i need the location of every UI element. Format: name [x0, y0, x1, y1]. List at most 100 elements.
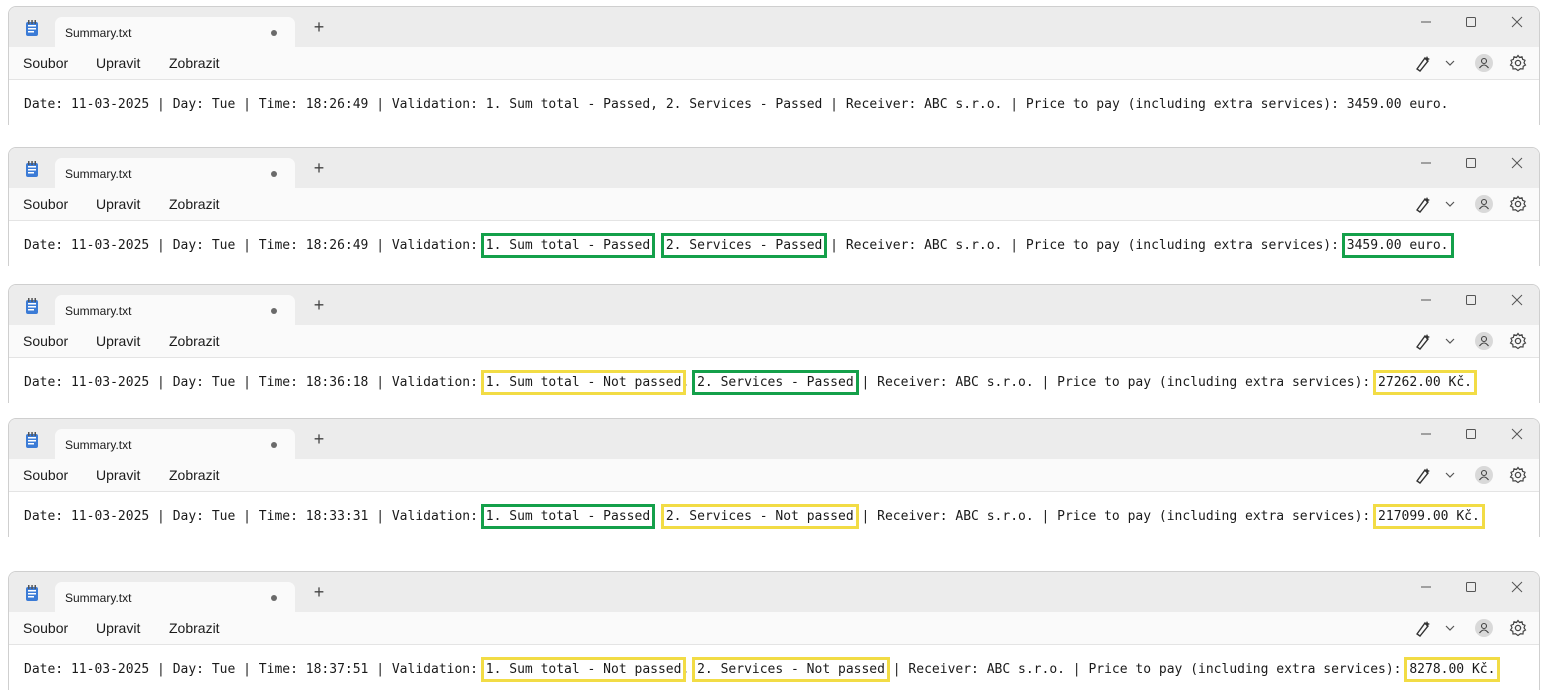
copilot-rewrite-button[interactable] [1414, 332, 1458, 350]
menu-view[interactable]: Zobrazit [169, 467, 220, 483]
minimize-button[interactable] [1419, 580, 1433, 594]
menu-file[interactable]: Soubor [23, 196, 68, 212]
maximize-button[interactable] [1464, 293, 1478, 307]
notepad-app-icon [23, 160, 41, 178]
notepad-window-4: Summary.txt + Soubor Upravit Zobrazit Da… [8, 418, 1540, 537]
separator: , [650, 509, 666, 524]
copilot-rewrite-button[interactable] [1414, 466, 1458, 484]
tab-summary[interactable]: Summary.txt [55, 295, 295, 325]
validation-services: 2. Services - Passed [665, 97, 823, 112]
text-editor[interactable]: Date: 11-03-2025 | Day: Tue | Time: 18:3… [9, 491, 1539, 537]
menu-bar: Soubor Upravit Zobrazit [9, 47, 1539, 79]
menu-bar: Soubor Upravit Zobrazit [9, 459, 1539, 491]
menu-file[interactable]: Soubor [23, 467, 68, 483]
maximize-button[interactable] [1464, 580, 1478, 594]
maximize-button[interactable] [1464, 156, 1478, 170]
validation-sum-total: 1. Sum total - Passed [485, 97, 651, 112]
close-button[interactable] [1510, 156, 1524, 170]
unsaved-dot-icon[interactable] [271, 171, 277, 177]
unsaved-dot-icon[interactable] [271, 30, 277, 36]
title-bar: Summary.txt + [9, 572, 1539, 612]
line-prefix: Date: 11-03-2025 | Day: Tue | Time: 18:3… [24, 509, 486, 524]
title-bar: Summary.txt + [9, 148, 1539, 188]
menu-view[interactable]: Zobrazit [169, 620, 220, 636]
new-tab-button[interactable]: + [311, 583, 327, 601]
tab-summary[interactable]: Summary.txt [55, 17, 295, 47]
unsaved-dot-icon[interactable] [271, 442, 277, 448]
menu-bar: Soubor Upravit Zobrazit [9, 612, 1539, 644]
title-bar: Summary.txt + [9, 7, 1539, 47]
account-icon[interactable] [1475, 619, 1493, 637]
new-tab-button[interactable]: + [311, 18, 327, 36]
notepad-window-2: Summary.txt + Soubor Upravit Zobrazit Da… [8, 147, 1540, 266]
menu-edit[interactable]: Upravit [96, 55, 140, 71]
maximize-button[interactable] [1464, 427, 1478, 441]
menu-bar: Soubor Upravit Zobrazit [9, 188, 1539, 220]
validation-services: 2. Services - Passed [692, 370, 859, 395]
tab-summary[interactable]: Summary.txt [55, 158, 295, 188]
menu-edit[interactable]: Upravit [96, 620, 140, 636]
close-button[interactable] [1510, 580, 1524, 594]
settings-gear-icon[interactable] [1509, 332, 1527, 350]
notepad-app-icon [23, 297, 41, 315]
text-editor[interactable]: Date: 11-03-2025 | Day: Tue | Time: 18:2… [9, 220, 1539, 266]
price-to-pay: 3459.00 euro. [1341, 233, 1454, 258]
copilot-rewrite-button[interactable] [1414, 195, 1458, 213]
tab-summary[interactable]: Summary.txt [55, 429, 295, 459]
minimize-button[interactable] [1419, 427, 1433, 441]
price-to-pay: 3459.00 euro. [1346, 97, 1449, 112]
separator: , [681, 375, 698, 390]
menu-view[interactable]: Zobrazit [169, 55, 220, 71]
price-to-pay: 8278.00 Kč. [1404, 657, 1501, 682]
menu-view[interactable]: Zobrazit [169, 196, 220, 212]
settings-gear-icon[interactable] [1509, 54, 1527, 72]
line-prefix: Date: 11-03-2025 | Day: Tue | Time: 18:2… [24, 238, 486, 253]
tab-title: Summary.txt [65, 438, 132, 452]
validation-services: 2. Services - Passed [660, 233, 828, 258]
line-middle: | Receiver: ABC s.r.o. | Price to pay (i… [884, 662, 1410, 677]
settings-gear-icon[interactable] [1509, 619, 1527, 637]
notepad-window-3: Summary.txt + Soubor Upravit Zobrazit Da… [8, 284, 1540, 403]
line-middle: | Receiver: ABC s.r.o. | Price to pay (i… [822, 97, 1347, 112]
notepad-window-1: Summary.txt + Soubor Upravit Zobrazit Da… [8, 6, 1540, 125]
tab-title: Summary.txt [65, 167, 132, 181]
minimize-button[interactable] [1419, 15, 1433, 29]
account-icon[interactable] [1475, 54, 1493, 72]
line-middle: | Receiver: ABC s.r.o. | Price to pay (i… [822, 238, 1347, 253]
line-prefix: Date: 11-03-2025 | Day: Tue | Time: 18:3… [24, 662, 486, 677]
menu-file[interactable]: Soubor [23, 333, 68, 349]
close-button[interactable] [1510, 293, 1524, 307]
minimize-button[interactable] [1419, 293, 1433, 307]
menu-edit[interactable]: Upravit [96, 196, 140, 212]
tab-summary[interactable]: Summary.txt [55, 582, 295, 612]
menu-file[interactable]: Soubor [23, 620, 68, 636]
settings-gear-icon[interactable] [1509, 466, 1527, 484]
new-tab-button[interactable]: + [311, 296, 327, 314]
new-tab-button[interactable]: + [311, 430, 327, 448]
text-editor[interactable]: Date: 11-03-2025 | Day: Tue | Time: 18:3… [9, 644, 1539, 690]
maximize-button[interactable] [1464, 15, 1478, 29]
close-button[interactable] [1510, 427, 1524, 441]
account-icon[interactable] [1475, 195, 1493, 213]
text-editor[interactable]: Date: 11-03-2025 | Day: Tue | Time: 18:2… [9, 79, 1539, 125]
text-editor[interactable]: Date: 11-03-2025 | Day: Tue | Time: 18:3… [9, 357, 1539, 403]
summary-line: Date: 11-03-2025 | Day: Tue | Time: 18:3… [24, 370, 1477, 395]
minimize-button[interactable] [1419, 156, 1433, 170]
title-bar: Summary.txt + [9, 285, 1539, 325]
unsaved-dot-icon[interactable] [271, 595, 277, 601]
unsaved-dot-icon[interactable] [271, 308, 277, 314]
new-tab-button[interactable]: + [311, 159, 327, 177]
settings-gear-icon[interactable] [1509, 195, 1527, 213]
copilot-rewrite-button[interactable] [1414, 619, 1458, 637]
menu-bar: Soubor Upravit Zobrazit [9, 325, 1539, 357]
notepad-window-5: Summary.txt + Soubor Upravit Zobrazit Da… [8, 571, 1540, 690]
menu-edit[interactable]: Upravit [96, 333, 140, 349]
tab-title: Summary.txt [65, 591, 132, 605]
menu-view[interactable]: Zobrazit [169, 333, 220, 349]
copilot-rewrite-button[interactable] [1414, 54, 1458, 72]
close-button[interactable] [1510, 15, 1524, 29]
menu-edit[interactable]: Upravit [96, 467, 140, 483]
menu-file[interactable]: Soubor [23, 55, 68, 71]
account-icon[interactable] [1475, 466, 1493, 484]
account-icon[interactable] [1475, 332, 1493, 350]
